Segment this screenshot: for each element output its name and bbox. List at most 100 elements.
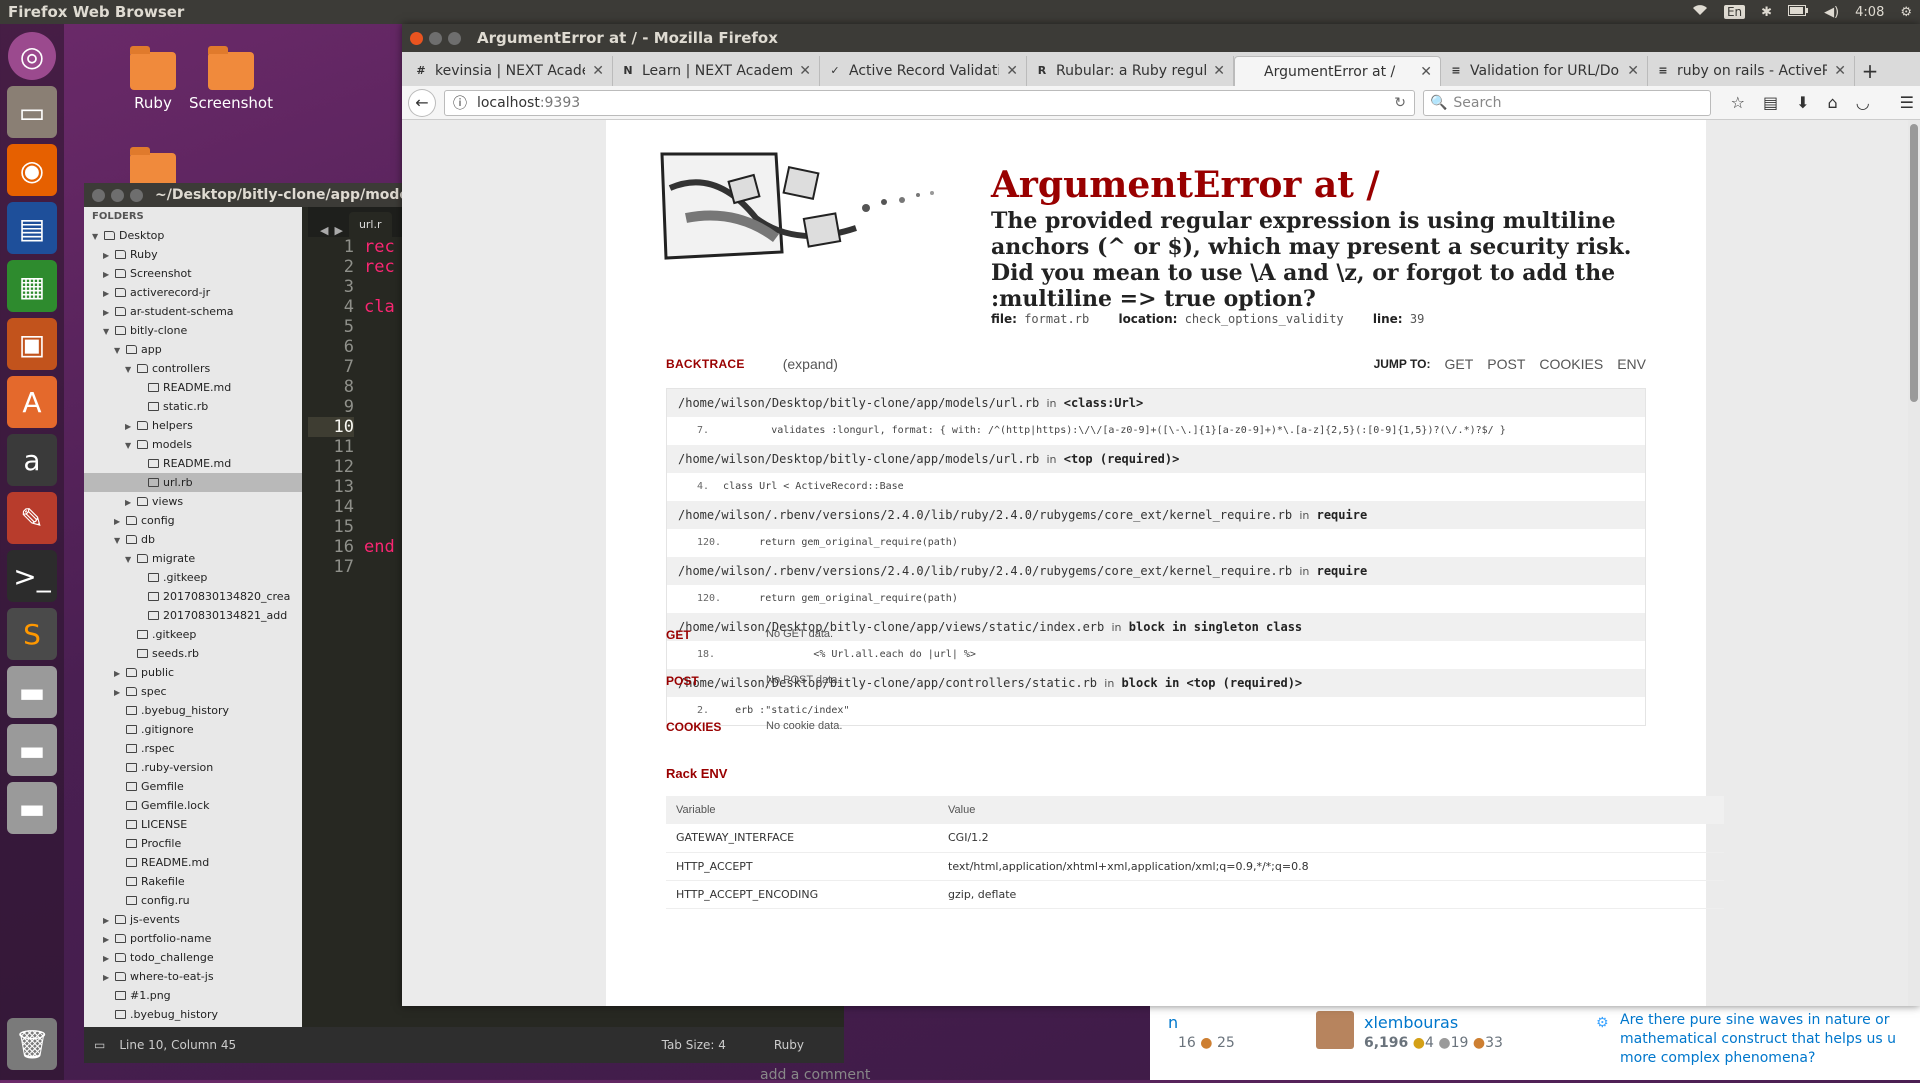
- files-icon[interactable]: ▭: [7, 86, 57, 138]
- maximize-icon[interactable]: [130, 188, 143, 202]
- tree-file[interactable]: static.rb: [84, 397, 302, 416]
- tree-folder[interactable]: ▼ db: [84, 530, 302, 549]
- panel-toggle-icon[interactable]: ▭: [94, 1038, 105, 1052]
- tree-file[interactable]: LICENSE: [84, 815, 302, 834]
- code-line[interactable]: [364, 517, 395, 537]
- tree-folder[interactable]: ▼ Desktop: [84, 226, 302, 245]
- chevron-right-icon[interactable]: ▶: [114, 664, 124, 683]
- tree-file[interactable]: .byebug_history: [84, 701, 302, 720]
- tree-folder[interactable]: ▶ public: [84, 663, 302, 682]
- chevron-right-icon[interactable]: ▶: [103, 246, 113, 265]
- maximize-icon[interactable]: [448, 31, 461, 45]
- bluetooth-icon[interactable]: ✱: [1761, 5, 1772, 20]
- code-line[interactable]: [364, 317, 395, 337]
- tree-folder[interactable]: ▼ migrate: [84, 549, 302, 568]
- tree-folder[interactable]: ▶ js-events: [84, 910, 302, 929]
- tree-folder[interactable]: ▼ controllers: [84, 359, 302, 378]
- minimize-icon[interactable]: [111, 188, 124, 202]
- scrollbar[interactable]: [1908, 120, 1920, 1006]
- tree-file[interactable]: 20170830134821_add: [84, 606, 302, 625]
- chevron-right-icon[interactable]: ▶: [125, 493, 135, 512]
- gear-icon[interactable]: ⚙: [1900, 5, 1912, 20]
- drive-icon[interactable]: ▬: [7, 782, 57, 834]
- tree-file[interactable]: .byebug_history: [84, 1005, 302, 1024]
- code-line[interactable]: [364, 477, 395, 497]
- battery-icon[interactable]: [1788, 4, 1809, 20]
- sublime-text-icon[interactable]: S: [7, 608, 57, 660]
- tab-size-selector[interactable]: Tab Size: 4: [662, 1038, 726, 1052]
- bookmark-star-icon[interactable]: ☆: [1731, 93, 1745, 112]
- tab-nav-right-icon[interactable]: ▶: [334, 224, 342, 237]
- chevron-right-icon[interactable]: ▶: [103, 265, 113, 284]
- tree-file[interactable]: Gemfile.lock: [84, 796, 302, 815]
- close-icon[interactable]: [92, 188, 105, 202]
- chevron-down-icon[interactable]: ▼: [125, 360, 135, 379]
- desktop-folder-ruby[interactable]: Ruby: [108, 46, 198, 112]
- page-viewport[interactable]: ArgumentError at / The provided regular …: [402, 120, 1920, 1006]
- chevron-down-icon[interactable]: ▼: [103, 322, 113, 341]
- backtrace-frame-file[interactable]: /home/wilson/Desktop/bitly-clone/app/mod…: [667, 389, 1645, 417]
- tab-nav-left-icon[interactable]: ◀: [320, 224, 328, 237]
- tree-file[interactable]: 20170830134820_crea: [84, 587, 302, 606]
- browser-tab[interactable]: ArgumentError at / ✕: [1234, 56, 1441, 86]
- tree-file[interactable]: url.rb: [84, 473, 302, 492]
- tab-close-icon[interactable]: ✕: [1834, 63, 1846, 79]
- tree-folder[interactable]: ▶ where-to-eat-js: [84, 967, 302, 986]
- drive-icon[interactable]: ▬: [7, 666, 57, 718]
- desktop-folder-screenshot[interactable]: Screenshot: [186, 46, 276, 112]
- tree-folder[interactable]: ▶ todo_challenge: [84, 948, 302, 967]
- editor-tab[interactable]: url.r: [348, 212, 392, 237]
- tree-folder[interactable]: ▶ spec: [84, 682, 302, 701]
- trash-icon[interactable]: 🗑: [7, 1018, 57, 1070]
- user-link[interactable]: xlembouras: [1364, 1013, 1458, 1032]
- close-icon[interactable]: [410, 31, 423, 45]
- tree-folder[interactable]: ▼ models: [84, 435, 302, 454]
- software-center-icon[interactable]: A: [7, 376, 57, 428]
- code-line[interactable]: [364, 337, 395, 357]
- browser-tab[interactable]: ✓ Active Record Validati ✕: [820, 56, 1027, 86]
- chevron-right-icon[interactable]: ▶: [103, 284, 113, 303]
- avatar[interactable]: [1316, 1011, 1354, 1049]
- tree-file[interactable]: .gitkeep: [84, 568, 302, 587]
- back-button[interactable]: ←: [408, 88, 436, 117]
- tree-file[interactable]: Rakefile: [84, 872, 302, 891]
- backtrace-frame-file[interactable]: /home/wilson/.rbenv/versions/2.4.0/lib/r…: [667, 557, 1645, 585]
- code-area[interactable]: rec rec cla end: [364, 237, 395, 577]
- reading-list-icon[interactable]: ▤: [1763, 93, 1778, 112]
- code-line[interactable]: rec: [364, 237, 395, 257]
- backtrace-frame-code[interactable]: 7. validates :longurl, format: { with: /…: [667, 417, 1645, 445]
- tree-folder[interactable]: ▼ bitly-clone: [84, 321, 302, 340]
- code-line[interactable]: [364, 417, 395, 437]
- keyboard-layout-indicator[interactable]: En: [1723, 5, 1746, 19]
- clock[interactable]: 4:08: [1855, 5, 1884, 20]
- code-line[interactable]: [364, 557, 395, 577]
- tree-file[interactable]: .ruby-version: [84, 758, 302, 777]
- browser-tab[interactable]: # kevinsia | NEXT Acade ✕: [406, 56, 613, 86]
- tree-folder[interactable]: ▶ portfolio-name: [84, 929, 302, 948]
- backtrace-frame-code[interactable]: 120. return gem_original_require(path): [667, 529, 1645, 557]
- scrollbar-thumb[interactable]: [1910, 124, 1918, 402]
- pocket-icon[interactable]: ◡: [1856, 93, 1870, 112]
- code-line[interactable]: [364, 277, 395, 297]
- libreoffice-impress-icon[interactable]: ▣: [7, 318, 57, 370]
- related-question-link[interactable]: Are there pure sine waves in nature or m…: [1620, 1011, 1900, 1068]
- backtrace-frame-code[interactable]: 18. <% Url.all.each do |url| %>: [667, 641, 1645, 669]
- chevron-right-icon[interactable]: ▶: [103, 949, 113, 968]
- tree-file[interactable]: .gitkeep: [84, 625, 302, 644]
- hamburger-menu-icon[interactable]: ☰: [1900, 93, 1914, 112]
- chevron-down-icon[interactable]: ▼: [125, 436, 135, 455]
- code-line[interactable]: [364, 397, 395, 417]
- browser-tab[interactable]: N Learn | NEXT Academy ✕: [613, 56, 820, 86]
- chevron-right-icon[interactable]: ▶: [114, 683, 124, 702]
- code-line[interactable]: [364, 357, 395, 377]
- volume-icon[interactable]: ◀): [1824, 5, 1839, 20]
- chevron-down-icon[interactable]: ▼: [114, 341, 124, 360]
- tab-close-icon[interactable]: ✕: [1627, 63, 1639, 79]
- search-bar[interactable]: 🔍 Search: [1422, 89, 1711, 116]
- jump-env-link[interactable]: ENV: [1617, 356, 1646, 372]
- drive-icon[interactable]: ▬: [7, 724, 57, 776]
- jump-get-link[interactable]: GET: [1445, 356, 1474, 372]
- backtrace-frame-code[interactable]: 4. class Url < ActiveRecord::Base: [667, 473, 1645, 501]
- chevron-right-icon[interactable]: ▶: [114, 512, 124, 531]
- tree-folder[interactable]: ▶ views: [84, 492, 302, 511]
